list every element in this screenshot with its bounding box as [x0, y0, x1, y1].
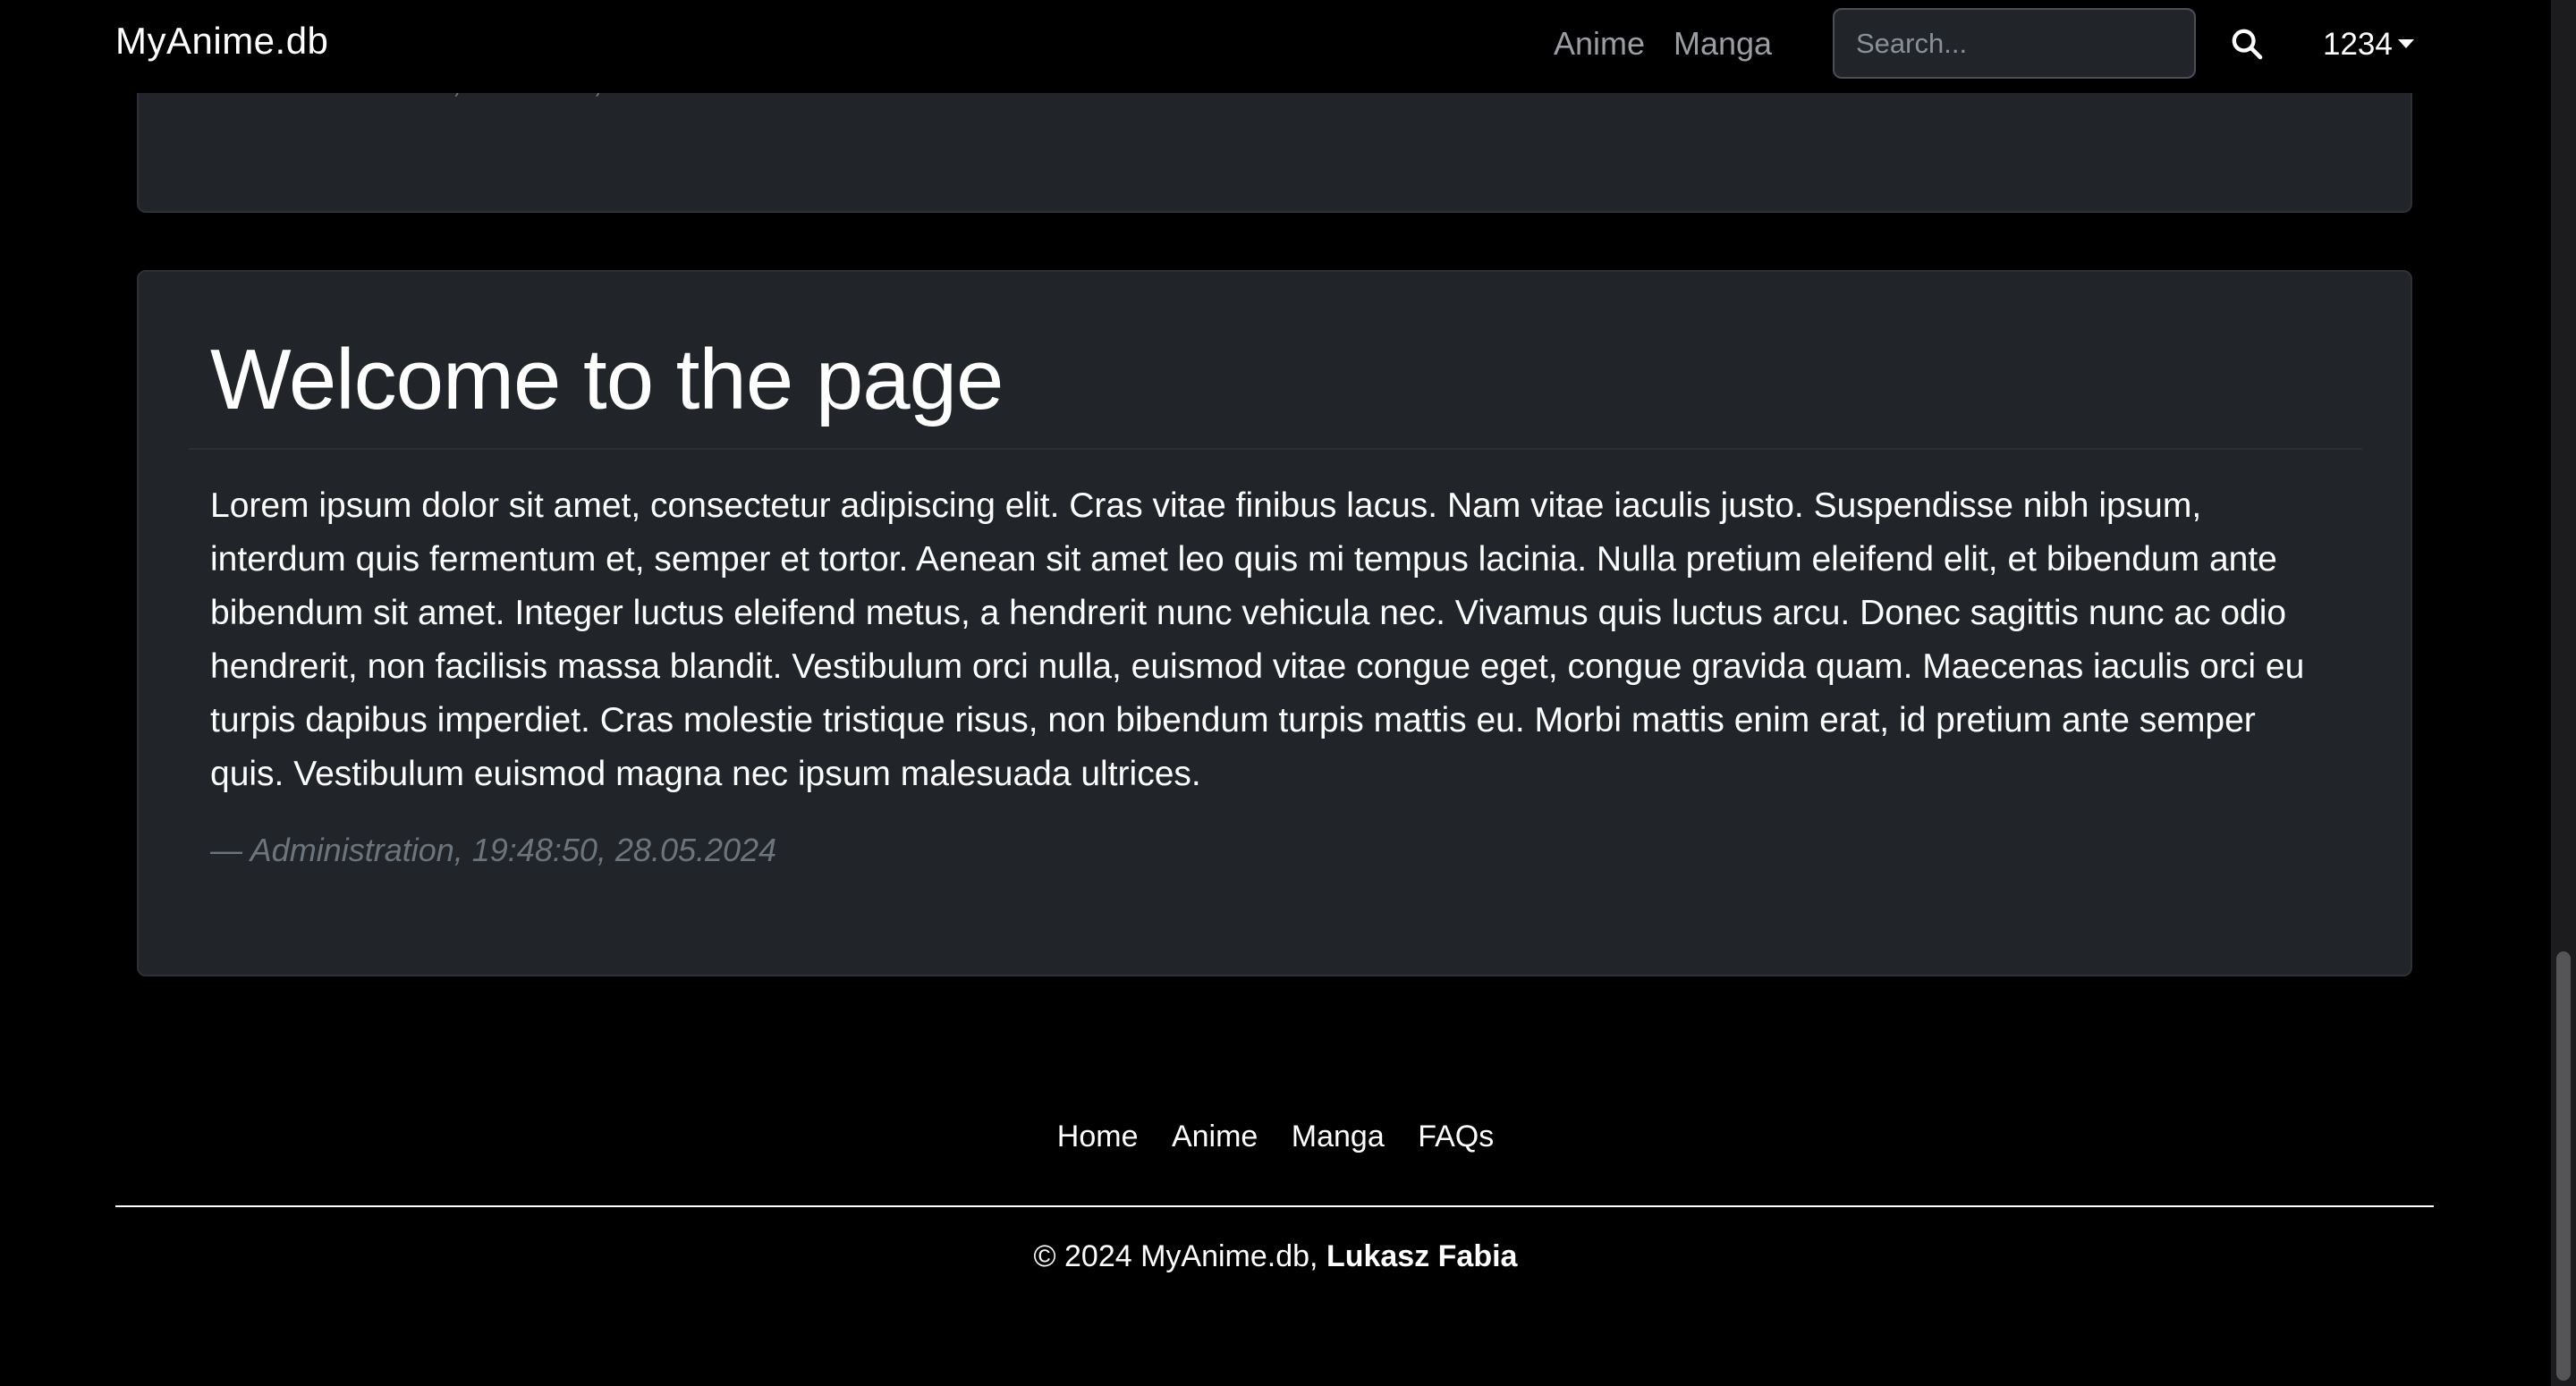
user-dropdown[interactable]: 1234: [2323, 27, 2414, 63]
footer-divider: [115, 1205, 2434, 1207]
scrollbar-thumb[interactable]: [2556, 951, 2571, 1381]
user-dropdown-label: 1234: [2323, 27, 2393, 62]
footer-link-faqs[interactable]: FAQs: [1418, 1120, 1494, 1154]
post-divider: [189, 448, 2362, 450]
nav-link-manga[interactable]: Manga: [1674, 25, 1772, 63]
search-button[interactable]: [2225, 23, 2268, 66]
search-input[interactable]: [1833, 8, 2196, 79]
caret-down-icon: [2397, 38, 2414, 48]
nav-link-anime[interactable]: Anime: [1554, 25, 1645, 63]
copyright-prefix: © 2024 MyAnime.db,: [1033, 1239, 1326, 1273]
navbar: MyAnime.db Anime Manga 1234: [0, 0, 2551, 93]
brand-logo-link[interactable]: MyAnime.db: [115, 20, 328, 63]
copyright-author: Lukasz Fabia: [1326, 1239, 1518, 1273]
post-card: Welcome to the page Lorem ipsum dolor si…: [137, 270, 2412, 976]
search-icon: [2232, 29, 2263, 59]
post-body: Lorem ipsum dolor sit amet, consectetur …: [210, 486, 2305, 793]
footer-nav: Home Anime Manga FAQs: [0, 1120, 2551, 1154]
scrollbar[interactable]: [2551, 0, 2576, 1386]
post-title: Welcome to the page: [210, 332, 1004, 427]
footer-link-manga[interactable]: Manga: [1292, 1120, 1385, 1154]
copyright: © 2024 MyAnime.db, Lukasz Fabia: [0, 1239, 2551, 1274]
post-signature: — Administration, 19:48:50, 28.05.2024: [210, 832, 777, 868]
footer-link-home[interactable]: Home: [1057, 1120, 1139, 1154]
footer-link-anime[interactable]: Anime: [1172, 1120, 1258, 1154]
